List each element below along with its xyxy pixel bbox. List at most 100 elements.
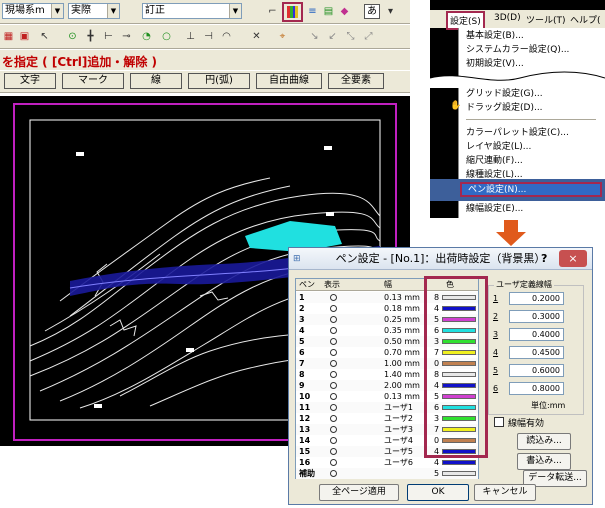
menu-item-palette[interactable]: カラーパレット設定(C)... xyxy=(466,126,596,140)
table-row[interactable]: 16 ユーザ6 4 xyxy=(296,457,478,468)
menu-item-layer[interactable]: レイヤ設定(L)... xyxy=(466,140,596,154)
pen-number: 13 xyxy=(299,425,311,434)
visible-radio[interactable] xyxy=(330,448,337,455)
linetype-icon[interactable]: ≡ xyxy=(306,5,319,18)
visible-radio[interactable] xyxy=(330,316,337,323)
menu-item-basic[interactable]: 基本設定(B)... xyxy=(466,29,596,43)
table-icon[interactable]: ▣ xyxy=(18,30,31,43)
pen-width: 0.13 mm xyxy=(384,392,420,401)
line-icon[interactable]: ⌐ xyxy=(266,5,279,18)
grid-icon[interactable]: ▦ xyxy=(2,30,15,43)
help-button[interactable]: ? xyxy=(541,248,547,270)
snap-perp-icon[interactable]: ⊢ xyxy=(102,30,115,43)
ok-button[interactable]: OK xyxy=(407,484,469,501)
visible-radio[interactable] xyxy=(330,349,337,356)
scale-combo[interactable]: 現場系m ▼ xyxy=(2,3,64,19)
filter-curve-button[interactable]: 自由曲線 xyxy=(256,73,322,89)
unit-label: 単位:mm xyxy=(531,401,566,410)
app-icon: ⊞ xyxy=(293,254,301,264)
visible-radio[interactable] xyxy=(330,437,337,444)
menu-tear xyxy=(430,71,605,88)
apply-all-pages-button[interactable]: 全ページ適用 xyxy=(319,484,399,501)
user-width-label: ユーザ定義線幅 xyxy=(494,279,554,290)
user-width-input[interactable]: 0.6000 xyxy=(509,364,564,377)
filter-mark-button[interactable]: マーク xyxy=(62,73,124,89)
filter-text-button[interactable]: 文字 xyxy=(4,73,56,89)
save-button[interactable]: 書込み... xyxy=(517,453,571,470)
mode-combo[interactable]: 実際 ▼ xyxy=(68,3,120,19)
visible-radio[interactable] xyxy=(330,294,337,301)
snap-center-icon[interactable]: ◔ xyxy=(140,30,153,43)
snap-target-icon[interactable]: ⌖ xyxy=(276,30,289,43)
visible-radio[interactable] xyxy=(330,393,337,400)
snap-point-icon[interactable]: ⊙ xyxy=(66,30,79,43)
snap-tangent-icon[interactable]: ○ xyxy=(160,30,173,43)
visible-radio[interactable] xyxy=(330,404,337,411)
visible-radio[interactable] xyxy=(330,371,337,378)
snap-cross-icon[interactable]: ╋ xyxy=(84,30,97,43)
pointer-icon[interactable]: ↖ xyxy=(38,30,51,43)
visible-radio[interactable] xyxy=(330,360,337,367)
snap-arc-icon[interactable]: ◠ xyxy=(220,30,233,43)
user-width-input[interactable]: 0.4500 xyxy=(509,346,564,359)
edit-icon-3[interactable]: ⤡ xyxy=(344,30,357,43)
menu-item-scale[interactable]: 縮尺連動(F)... xyxy=(466,154,596,168)
visible-radio[interactable] xyxy=(330,382,337,389)
color-icon[interactable]: ◆ xyxy=(338,5,351,18)
visible-radio[interactable] xyxy=(330,305,337,312)
linewidth-checkbox[interactable] xyxy=(494,417,504,427)
menu-item-grid[interactable]: グリッド設定(G)... xyxy=(466,87,596,101)
snap-free-icon[interactable]: ✕ xyxy=(250,30,263,43)
user-width-input[interactable]: 0.8000 xyxy=(509,382,564,395)
pen-width: ユーザ1 xyxy=(384,403,413,412)
edit-icon-4[interactable]: ⤢ xyxy=(362,30,375,43)
menu-item-system-color[interactable]: システムカラー設定(Q)... xyxy=(466,43,596,57)
pen-number: 9 xyxy=(299,381,305,390)
layer-combo[interactable]: 訂正 ▼ xyxy=(142,3,242,19)
edit-icon[interactable]: ↘ xyxy=(308,30,321,43)
menu-help[interactable]: ヘルプ( xyxy=(570,13,601,26)
pen-number: 11 xyxy=(299,403,311,412)
visible-radio[interactable] xyxy=(330,426,337,433)
linewidth-check-label: 線幅有効 xyxy=(508,419,545,429)
pen-number: 補助 xyxy=(299,469,315,478)
menu-3d[interactable]: 3D(D) xyxy=(494,13,521,23)
pen-width: 2.00 mm xyxy=(384,381,420,390)
filter-line-button[interactable]: 線 xyxy=(130,73,182,89)
visible-radio[interactable] xyxy=(330,470,337,477)
visible-radio[interactable] xyxy=(330,459,337,466)
toolbar-row-2: ▦ ▣ ↖ ⊙ ╋ ⊢ ⊸ ◔ ○ ⊥ ⊣ ◠ ✕ ⌖ ↘ ↙ ⤡ ⤢ xyxy=(0,25,410,49)
visible-radio[interactable] xyxy=(330,327,337,334)
filter-all-button[interactable]: 全要素 xyxy=(328,73,384,89)
user-width-index: 6 xyxy=(493,384,499,393)
cancel-button[interactable]: キャンセル xyxy=(474,484,536,501)
menu-item-drag[interactable]: ドラッグ設定(D)... xyxy=(466,101,596,115)
pen-setting-icon[interactable] xyxy=(287,6,298,18)
visible-radio[interactable] xyxy=(330,338,337,345)
load-button[interactable]: 読込み... xyxy=(517,433,571,450)
user-width-input[interactable]: 0.4000 xyxy=(509,328,564,341)
layer-icon[interactable]: ▤ xyxy=(322,5,335,18)
chevron-down-icon[interactable]: ▾ xyxy=(384,5,397,18)
edit-icon-2[interactable]: ↙ xyxy=(326,30,339,43)
filter-arc-button[interactable]: 円(弧) xyxy=(188,73,250,89)
snap-line-icon[interactable]: ⊥ xyxy=(184,30,197,43)
down-arrow xyxy=(496,220,526,246)
snap-end-icon[interactable]: ⊣ xyxy=(202,30,215,43)
visible-radio[interactable] xyxy=(330,415,337,422)
color-swatch[interactable] xyxy=(442,471,476,476)
table-row[interactable]: 補助 5 xyxy=(296,468,478,479)
pen-number: 7 xyxy=(299,359,305,368)
text-mode-button[interactable]: あ xyxy=(364,4,380,19)
prompt-bar: を指定 ( [Ctrl]追加・解除 ) xyxy=(0,50,410,70)
user-width-input[interactable]: 0.2000 xyxy=(509,292,564,305)
pen-width: 1.00 mm xyxy=(384,359,420,368)
close-button[interactable]: × xyxy=(559,250,587,267)
menu-tools[interactable]: ツール(T) xyxy=(526,13,566,26)
menu-item-initial[interactable]: 初期設定(V)... xyxy=(466,57,596,71)
snap-mid-icon[interactable]: ⊸ xyxy=(120,30,133,43)
user-width-input[interactable]: 0.3000 xyxy=(509,310,564,323)
color-swatch[interactable] xyxy=(442,460,476,465)
menu-item-linewidth[interactable]: 線幅設定(E)... xyxy=(466,202,596,216)
menu-item-pen[interactable]: ペン設定(N)... xyxy=(468,183,598,197)
